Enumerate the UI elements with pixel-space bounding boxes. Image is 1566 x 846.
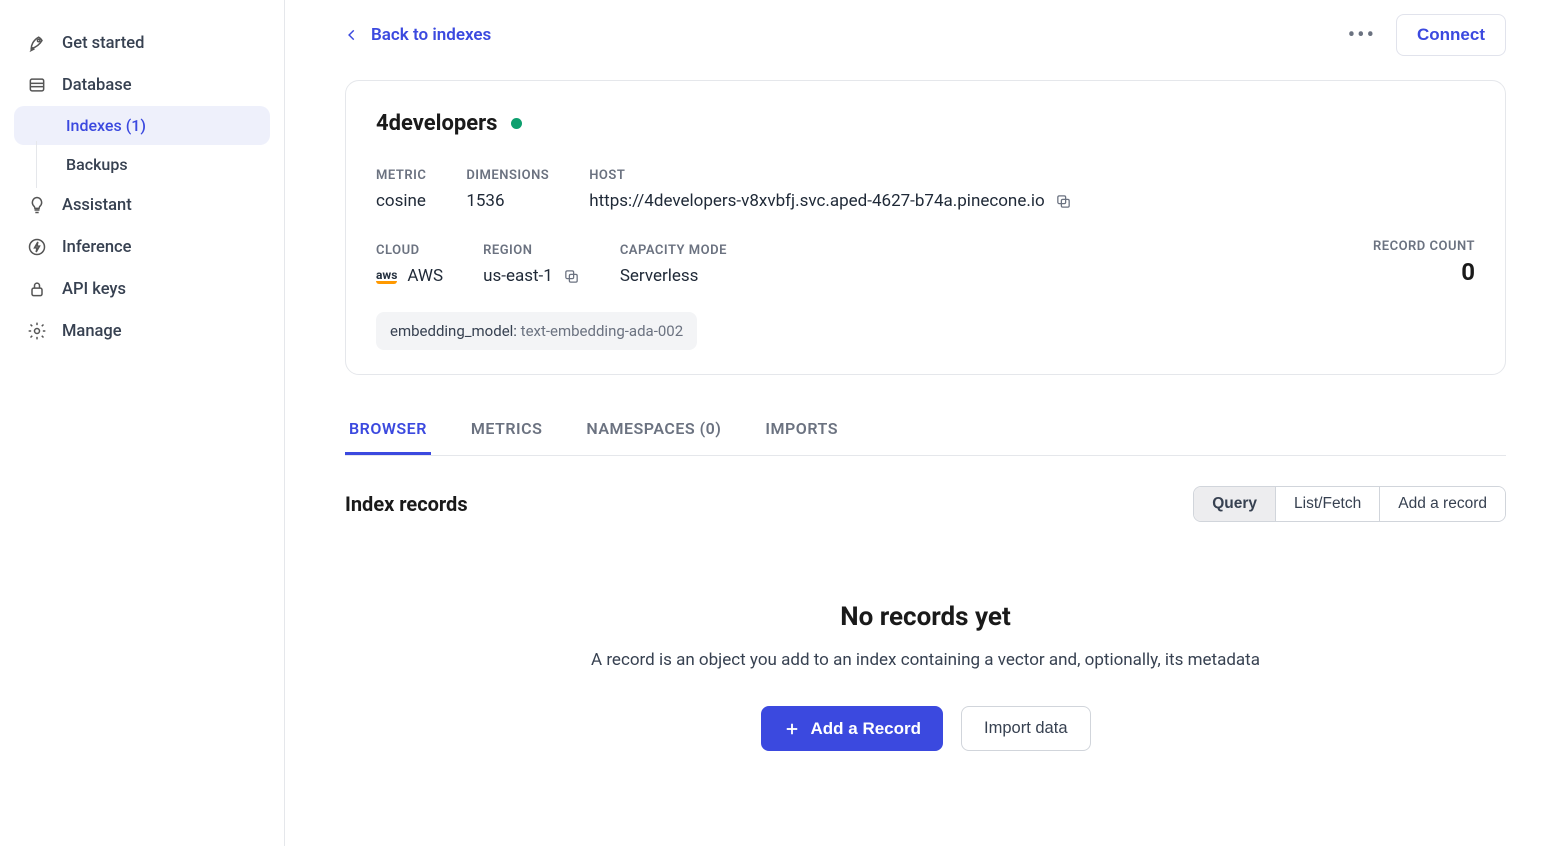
capacity-label: CAPACITY MODE [620,243,727,258]
embedding-model-tag: embedding_model: text-embedding-ada-002 [376,312,697,350]
nav-label: API keys [62,280,126,299]
cloud-value: AWS [407,266,443,286]
tab-browser[interactable]: BROWSER [345,405,431,455]
nav-get-started[interactable]: Get started [0,22,284,64]
copy-host-button[interactable] [1055,193,1072,210]
connect-button[interactable]: Connect [1396,14,1506,56]
nav-label: Database [62,76,132,95]
records-mode-segmented: Query List/Fetch Add a record [1193,486,1506,522]
seg-list-fetch[interactable]: List/Fetch [1276,487,1380,521]
import-data-button[interactable]: Import data [961,706,1090,751]
host-label: HOST [589,168,1071,183]
main-content: Back to indexes ••• Connect 4developers … [285,0,1566,846]
record-count-block: RECORD COUNT 0 [1373,239,1475,286]
empty-subtitle: A record is an object you add to an inde… [345,650,1506,670]
gear-icon [26,320,48,342]
chevron-left-icon [345,28,359,42]
nav-label: Inference [62,238,131,257]
more-menu-button[interactable]: ••• [1342,19,1382,52]
host-block: HOST https://4developers-v8xvbfj.svc.ape… [589,168,1071,211]
records-header: Index records Query List/Fetch Add a rec… [345,486,1506,522]
region-block: REGION us-east-1 [483,243,580,286]
nav-assistant[interactable]: Assistant [0,184,284,226]
status-indicator-icon [511,118,522,129]
back-to-indexes-link[interactable]: Back to indexes [345,25,491,45]
record-count-value: 0 [1373,258,1475,286]
tag-value: text-embedding-ada-002 [521,322,683,340]
add-record-button[interactable]: Add a Record [761,706,944,751]
dimensions-block: DIMENSIONS 1536 [466,168,549,211]
tab-imports[interactable]: IMPORTS [761,405,842,455]
host-value: https://4developers-v8xvbfj.svc.aped-462… [589,191,1044,211]
nav-database[interactable]: Database [0,64,284,106]
nav-label: Assistant [62,196,132,215]
topbar: Back to indexes ••• Connect [345,14,1506,56]
cloud-block: CLOUD aws AWS [376,243,443,286]
nav-sub-label: Backups [66,155,128,174]
metric-value: cosine [376,191,426,211]
tab-metrics[interactable]: METRICS [467,405,547,455]
nav-manage[interactable]: Manage [0,310,284,352]
sidebar: Get started Database Indexes (1) Backups… [0,0,285,846]
seg-query[interactable]: Query [1194,487,1276,521]
bolt-icon [26,236,48,258]
tab-namespaces[interactable]: NAMESPACES (0) [582,405,725,455]
lock-icon [26,278,48,300]
nav-inference[interactable]: Inference [0,226,284,268]
rocket-icon [26,32,48,54]
nav-label: Get started [62,34,144,53]
index-summary-card: 4developers METRIC cosine DIMENSIONS 153… [345,80,1506,375]
metric-block: METRIC cosine [376,168,426,211]
nav-label: Manage [62,322,122,341]
back-label: Back to indexes [371,25,491,45]
empty-state: No records yet A record is an object you… [345,572,1506,751]
cloud-label: CLOUD [376,243,443,258]
tag-key: embedding_model: [390,322,517,340]
nav-sub-label: Indexes (1) [66,116,146,135]
metric-label: METRIC [376,168,426,183]
seg-add-record[interactable]: Add a record [1380,487,1505,521]
nav-sub-indexes[interactable]: Indexes (1) [14,106,270,145]
plus-icon [783,720,801,738]
add-record-label: Add a Record [811,719,922,739]
record-count-label: RECORD COUNT [1373,239,1475,254]
copy-region-button[interactable] [563,268,580,285]
nav-sub-backups[interactable]: Backups [0,145,284,184]
region-label: REGION [483,243,580,258]
capacity-value: Serverless [620,266,727,286]
nav-api-keys[interactable]: API keys [0,268,284,310]
index-name: 4developers [376,111,497,136]
tabs: BROWSER METRICS NAMESPACES (0) IMPORTS [345,405,1506,456]
tree-line [36,141,37,188]
lightbulb-icon [26,194,48,216]
capacity-block: CAPACITY MODE Serverless [620,243,727,286]
empty-title: No records yet [345,602,1506,632]
aws-icon: aws [376,268,397,284]
database-icon [26,74,48,96]
dimensions-label: DIMENSIONS [466,168,549,183]
dimensions-value: 1536 [466,191,549,211]
region-value: us-east-1 [483,266,553,286]
records-title: Index records [345,492,468,516]
